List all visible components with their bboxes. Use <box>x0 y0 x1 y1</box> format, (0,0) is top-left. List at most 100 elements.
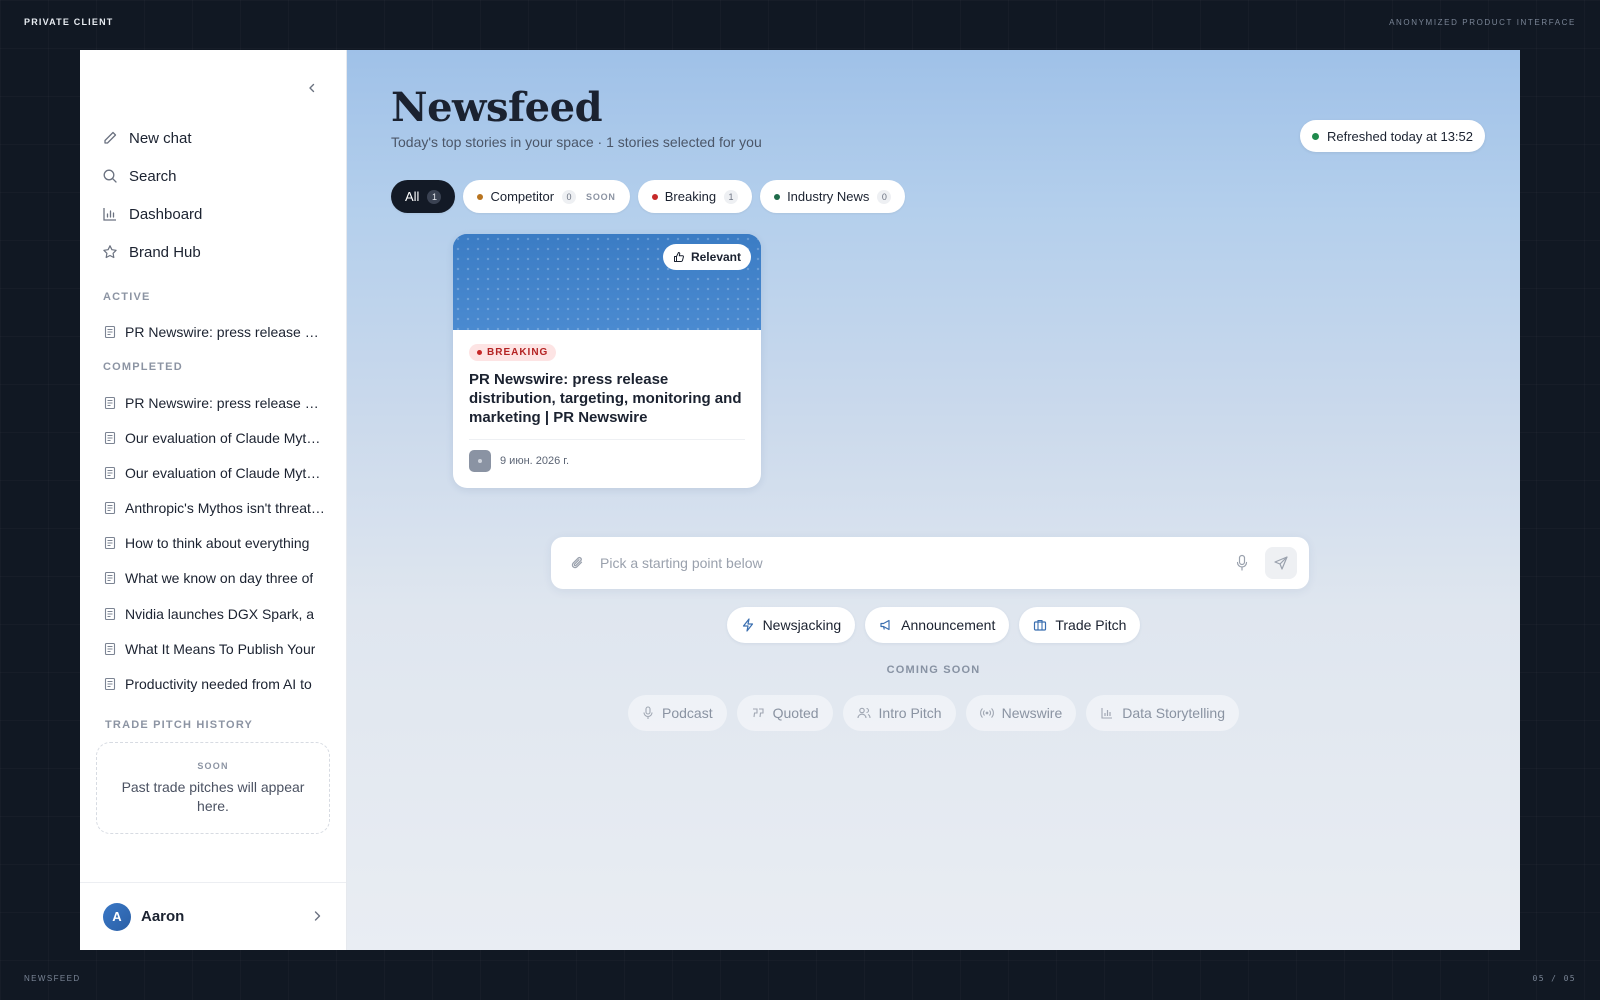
page-title: Newsfeed <box>391 84 603 131</box>
filter-count: 1 <box>427 189 442 204</box>
action-label: Announcement <box>901 617 996 633</box>
source-favicon-icon <box>469 450 491 472</box>
announcement-button[interactable]: Announcement <box>865 607 1010 643</box>
filter-count: 0 <box>877 189 892 204</box>
option-label: Intro Pitch <box>878 705 942 721</box>
newsjacking-button[interactable]: Newsjacking <box>726 607 856 643</box>
history-empty-message: Past trade pitches will appear here. <box>121 779 305 814</box>
thread-item[interactable]: Productivity needed from AI to <box>103 674 325 694</box>
refresh-status[interactable]: Refreshed today at 13:52 <box>1300 120 1485 152</box>
nav-dashboard[interactable]: Dashboard <box>102 195 322 233</box>
collapse-sidebar-button[interactable] <box>302 78 322 98</box>
newspaper-icon <box>104 536 116 550</box>
nav-brand-hub[interactable]: Brand Hub <box>102 233 322 271</box>
news-card[interactable]: Relevant BREAKING PR Newswire: press rel… <box>453 234 761 488</box>
filter-label: All <box>405 189 420 204</box>
chat-input[interactable] <box>600 555 1227 571</box>
nav-brand-hub-label: Brand Hub <box>129 243 201 261</box>
thread-title: Our evaluation of Claude Mythos <box>125 430 325 446</box>
nav-new-chat-label: New chat <box>129 129 192 147</box>
card-hero-image: Relevant <box>453 234 761 330</box>
filter-soon-tag: SOON <box>586 191 616 202</box>
newspaper-icon <box>104 607 116 621</box>
thread-item[interactable]: What we know on day three of <box>103 568 325 588</box>
category-dot-icon <box>477 193 484 200</box>
active-section-label: ACTIVE <box>103 291 151 303</box>
option-label: Quoted <box>772 705 819 721</box>
nav-dashboard-label: Dashboard <box>129 205 203 223</box>
quote-icon <box>752 708 764 718</box>
bar-chart-icon <box>102 206 118 222</box>
nav-new-chat[interactable]: New chat <box>102 119 322 157</box>
trade-pitch-history-empty: SOON Past trade pitches will appear here… <box>96 742 330 834</box>
data-storytelling-option: Data Storytelling <box>1086 695 1239 731</box>
quoted-option: Quoted <box>736 695 833 731</box>
briefcase-icon <box>1034 619 1047 631</box>
breaking-badge-label: BREAKING <box>487 347 549 358</box>
breaking-badge: BREAKING <box>469 344 557 361</box>
action-label: Trade Pitch <box>1055 617 1127 633</box>
thread-item-active[interactable]: PR Newswire: press release distribution,… <box>103 322 325 342</box>
thread-item[interactable]: How to think about everything <box>103 533 325 553</box>
page-subtitle: Today's top stories in your space · 1 st… <box>391 134 762 150</box>
thread-item[interactable]: PR Newswire: press release distribution,… <box>103 393 325 413</box>
nav-search[interactable]: Search <box>102 157 322 195</box>
paperclip-icon[interactable] <box>569 554 587 572</box>
star-icon <box>102 244 118 260</box>
send-button[interactable] <box>1265 547 1297 579</box>
bar-chart-icon <box>1101 708 1113 719</box>
newspaper-icon <box>104 677 116 691</box>
filter-label: Industry News <box>787 189 870 204</box>
starting-points: Newsjacking Announcement Trade Pitch <box>347 607 1520 643</box>
users-icon <box>856 707 871 719</box>
completed-section-label: COMPLETED <box>103 361 183 373</box>
frame-interface-label: ANONYMIZED PRODUCT INTERFACE <box>1389 18 1576 27</box>
sidebar: New chat Search Dashboard Brand Hub ACTI… <box>80 50 347 950</box>
newspaper-icon <box>104 325 116 339</box>
microphone-button[interactable] <box>1227 548 1257 578</box>
action-label: Newsjacking <box>762 617 842 633</box>
thread-title: What we know on day three of <box>125 570 314 586</box>
thread-item[interactable]: Our evaluation of Claude Mythos <box>103 428 325 448</box>
thread-item[interactable]: Anthropic's Mythos isn't threatening <box>103 498 325 518</box>
filter-competitor[interactable]: Competitor 0 SOON <box>463 180 630 213</box>
option-label: Data Storytelling <box>1122 705 1225 721</box>
thread-title: PR Newswire: press release distribution,… <box>125 324 325 340</box>
newspaper-icon <box>104 571 116 585</box>
breaking-dot-icon <box>477 350 482 355</box>
newspaper-icon <box>104 501 116 515</box>
trade-pitch-button[interactable]: Trade Pitch <box>1019 607 1141 643</box>
chevron-left-icon <box>309 83 315 93</box>
filter-all[interactable]: All 1 <box>391 180 456 213</box>
history-soon-tag: SOON <box>197 761 229 771</box>
avatar: A <box>103 902 131 931</box>
filter-tabs: All 1 Competitor 0 SOON Breaking 1 Indus… <box>391 180 913 213</box>
lightning-icon <box>742 618 753 632</box>
filter-count: 1 <box>724 189 739 204</box>
frame-client-label: PRIVATE CLIENT <box>24 17 114 27</box>
filter-industry-news[interactable]: Industry News 0 <box>760 180 906 213</box>
thumbs-up-icon <box>673 252 684 262</box>
pencil-icon <box>102 130 118 146</box>
user-menu[interactable]: A Aaron <box>80 882 346 950</box>
thread-title: What It Means To Publish Your <box>125 641 316 657</box>
thread-title: Productivity needed from AI to <box>125 676 312 692</box>
thread-title: Anthropic's Mythos isn't threatening <box>125 500 325 516</box>
newspaper-icon <box>104 642 116 656</box>
nav-search-label: Search <box>129 167 177 185</box>
relevant-button[interactable]: Relevant <box>662 244 751 270</box>
refresh-status-label: Refreshed today at 13:52 <box>1327 128 1473 144</box>
card-divider <box>469 439 745 440</box>
newspaper-icon <box>104 431 116 445</box>
intro-pitch-option: Intro Pitch <box>842 695 956 731</box>
thread-item[interactable]: What It Means To Publish Your <box>103 639 325 659</box>
newspaper-icon <box>104 396 116 410</box>
trade-pitch-history-label: TRADE PITCH HISTORY <box>105 719 254 731</box>
thread-item[interactable]: Our evaluation of Claude Mythos <box>103 463 325 483</box>
thread-title: Our evaluation of Claude Mythos <box>125 465 325 481</box>
thread-item[interactable]: Nvidia launches DGX Spark, a <box>103 604 325 624</box>
filter-label: Competitor <box>490 189 555 204</box>
frame-page-label: NEWSFEED <box>24 974 81 983</box>
card-title: PR Newswire: press release distribution,… <box>469 371 742 426</box>
filter-breaking[interactable]: Breaking 1 <box>637 180 753 213</box>
